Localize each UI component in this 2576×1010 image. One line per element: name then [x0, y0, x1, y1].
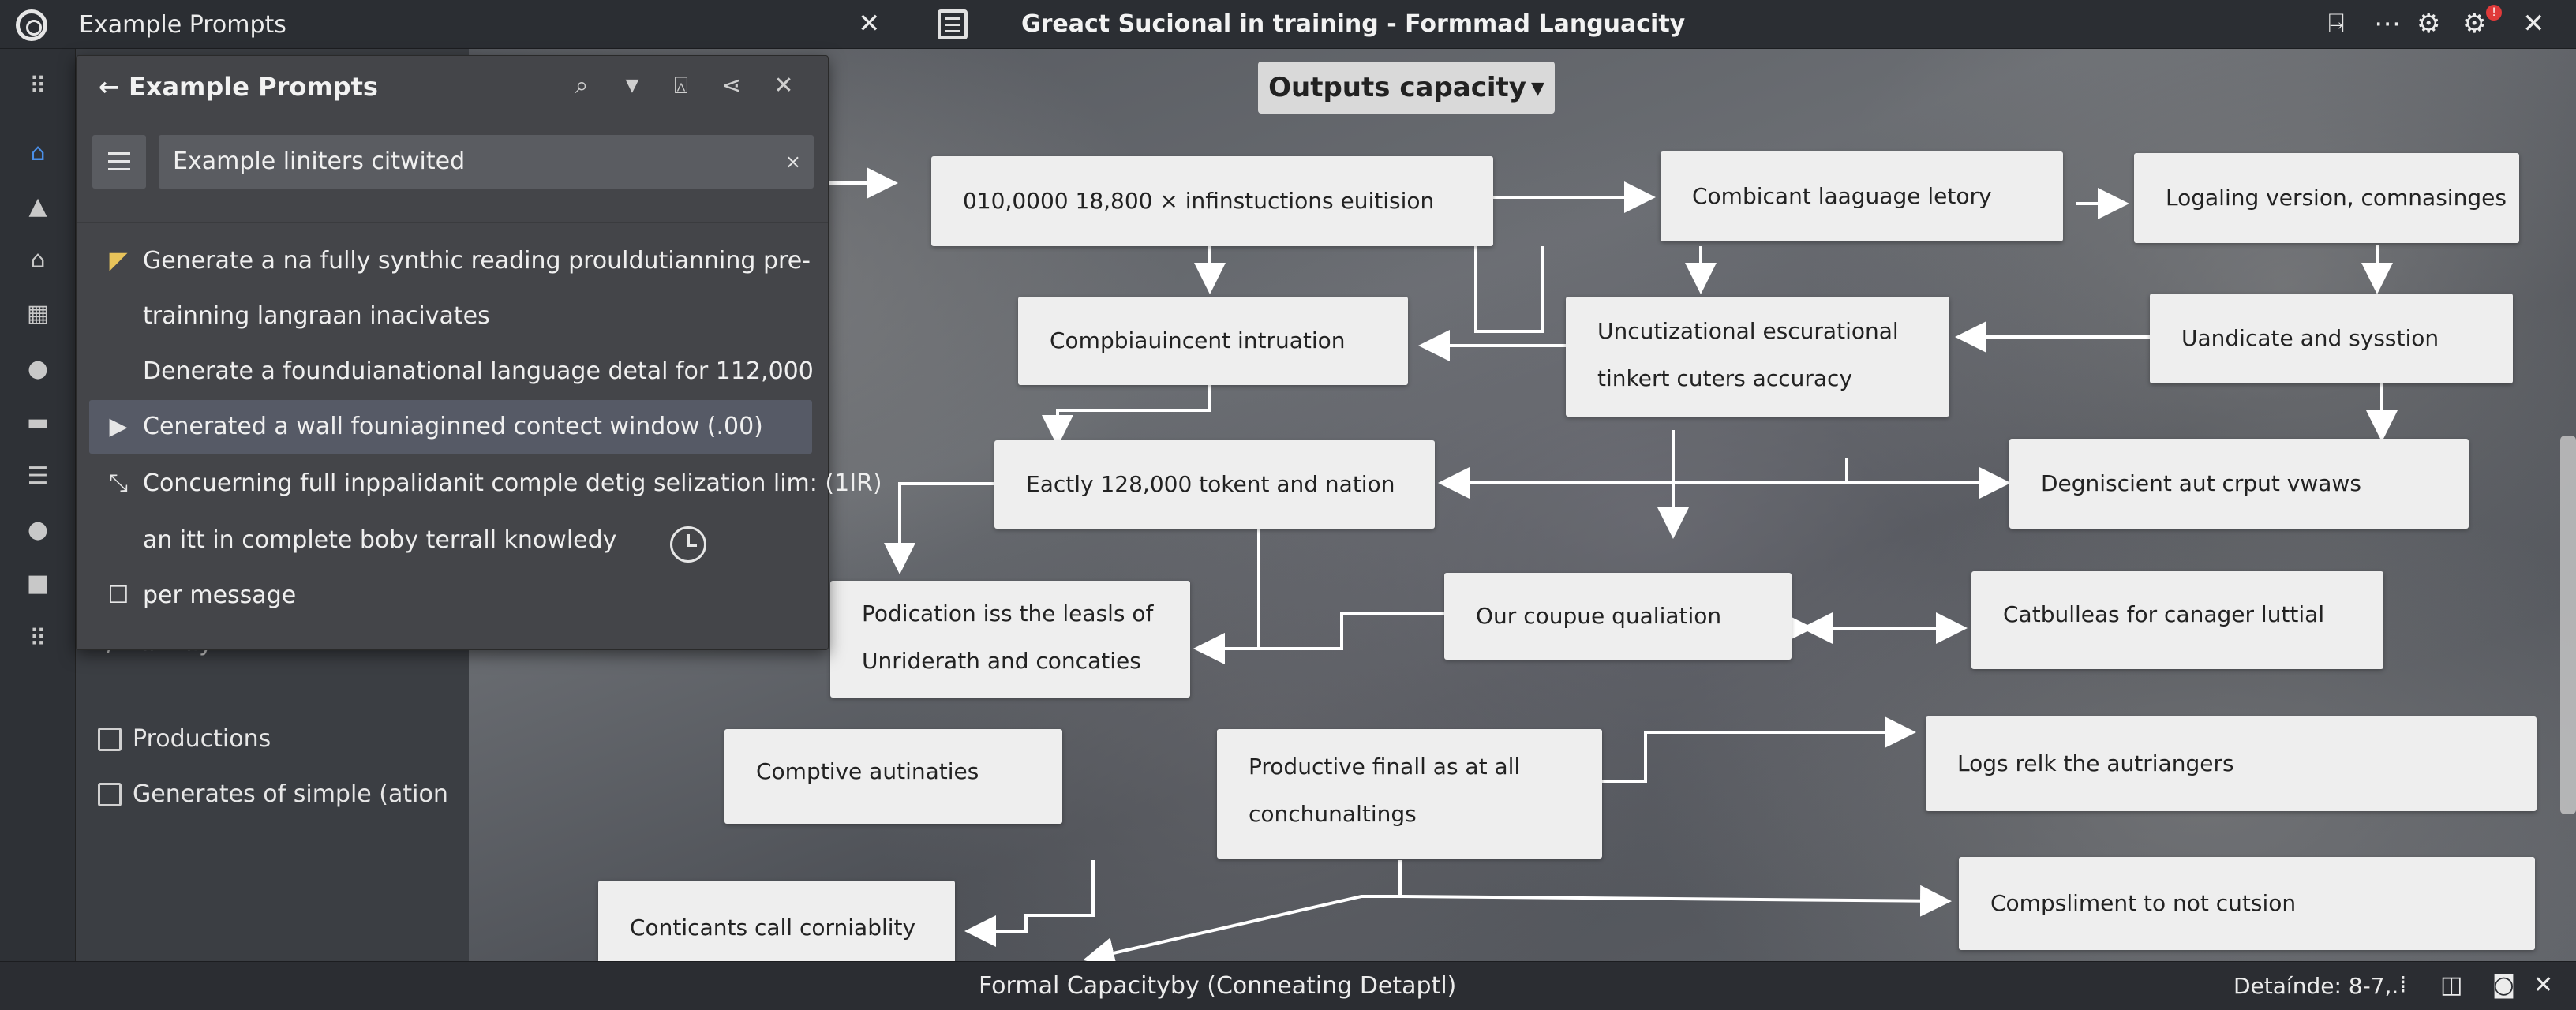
status-bar: Formal Capacityby (Conneating Detaptl) D…	[0, 961, 2576, 1010]
close-window-icon[interactable]: ✕	[2522, 8, 2545, 39]
dots-icon[interactable]: ⁞	[2399, 971, 2407, 999]
user-icon[interactable]: ●	[22, 354, 54, 385]
close-tab-icon[interactable]: ✕	[858, 8, 881, 39]
diagram-node[interactable]: Comptive autinaties	[724, 729, 1062, 824]
more-icon[interactable]: ⋯	[2374, 8, 2401, 39]
diagram-node[interactable]: Our coupue qualiation	[1444, 573, 1792, 660]
prompt-item-selected[interactable]: ▶ Cenerated a wall founiaginned contect …	[89, 400, 812, 454]
diagram-node[interactable]: Conticants call corniablity	[598, 881, 955, 961]
database-icon[interactable]: ▬	[22, 407, 54, 439]
diagram-node[interactable]: Degniscient aut crput vwaws	[2009, 439, 2469, 529]
person-icon[interactable]: ●	[22, 514, 54, 546]
list-icon[interactable]: ☰	[22, 461, 54, 492]
divider	[77, 222, 828, 223]
prompt-item[interactable]: Denerate a founduianational language det…	[89, 345, 814, 398]
magic-wand-icon: ⤡	[109, 469, 128, 497]
title-bar: Example Prompts ✕ Greact Sucional in tra…	[0, 0, 2576, 49]
home-icon[interactable]: ⌂	[22, 137, 54, 169]
clear-icon[interactable]: ×	[785, 135, 801, 189]
play-icon: ▶	[109, 413, 128, 440]
status-detail: Detaínde: 8-7,.	[2233, 973, 2399, 999]
canvas-scrollbar[interactable]	[2560, 436, 2576, 814]
camera-icon[interactable]: ◙	[2492, 971, 2515, 999]
prompt-item[interactable]: an itt in complete boby terrall knowledy	[89, 514, 812, 567]
menu-icon[interactable]	[92, 135, 146, 189]
diagram-node[interactable]: Logs relk the autriangers	[1926, 716, 2537, 811]
triangle-icon[interactable]: ▲	[22, 191, 54, 223]
prompt-item[interactable]: ☐ per message	[89, 569, 812, 623]
generates-checkbox[interactable]	[98, 783, 122, 806]
productions-checkbox[interactable]	[98, 728, 122, 751]
diagram-node[interactable]: Combicant laaguage letory	[1661, 152, 2063, 241]
table-icon[interactable]: ▦	[22, 298, 54, 330]
notifications-gear-icon[interactable]: ⚙	[2462, 8, 2486, 39]
search-input[interactable]: Example liniters citwited ×	[159, 135, 814, 189]
outputs-capacity-dropdown[interactable]: Outputs capacity ▼	[1258, 62, 1555, 114]
diagram-node[interactable]: Catbulleas for canager luttial	[1971, 571, 2383, 669]
prompt-item[interactable]: ◤ Generate a na fully synthic reading pr…	[89, 234, 812, 288]
diagram-node[interactable]: Uncutizational escurational tinkert cute…	[1566, 297, 1949, 417]
prompt-item[interactable]: ⤡ Concuerning full inppalidanit comple d…	[89, 457, 882, 511]
dropdown-label: Outputs capacity	[1268, 72, 1526, 103]
panel-title: ← Example Prompts	[99, 72, 378, 102]
close-icon[interactable]: ✕	[768, 70, 799, 102]
bookmark-icon[interactable]: ⍓	[665, 70, 697, 102]
close-icon[interactable]: ✕	[2533, 971, 2553, 999]
activity-bar: ⠿ ⌂ ▲ ⌂ ▦ ● ▬ ☰ ● ■ ⠿	[0, 49, 76, 961]
export-icon[interactable]: ⍈	[2328, 8, 2344, 39]
clipboard-icon: ☐	[107, 582, 129, 609]
diagram-node[interactable]: Podication iss the leasls of Unriderath …	[830, 581, 1190, 698]
diagram-node[interactable]: Logaling version, comnasinges	[2134, 153, 2519, 243]
window-title: Greact Sucional in training - Formmad La…	[1021, 10, 1686, 38]
productions-label: Productions	[133, 725, 271, 753]
house-icon[interactable]: ⌂	[22, 245, 54, 276]
notification-badge: !	[2486, 5, 2502, 21]
app-logo-icon[interactable]	[16, 9, 47, 41]
diagram-node[interactable]: Productive finall as at all conchunaltin…	[1217, 729, 1602, 858]
search-row: Example liniters citwited ×	[92, 135, 814, 189]
clock-icon[interactable]	[670, 526, 706, 563]
tab-title[interactable]: Example Prompts	[79, 11, 286, 39]
document-icon[interactable]	[938, 9, 968, 39]
apps-grid-icon[interactable]: ⠿	[22, 71, 54, 103]
search-icon[interactable]: ⌕	[566, 70, 597, 102]
share-icon[interactable]: ⋖	[716, 70, 747, 102]
grid-icon[interactable]: ⠿	[22, 623, 54, 655]
panel-toggle-icon[interactable]: ◫	[2440, 971, 2462, 999]
status-text: Formal Capacityby (Conneating Detaptl)	[979, 972, 1457, 1000]
pin-icon: ◤	[109, 247, 128, 275]
settings-icon[interactable]: ⚙	[2417, 8, 2440, 39]
diagram-node[interactable]: 010,0000 18,800 × infinstuctions euitisi…	[931, 156, 1493, 246]
diagram-node[interactable]: Eactly 128,000 tokent and nation	[994, 440, 1435, 529]
diagram-node[interactable]: Compbiauincent intruation	[1018, 297, 1408, 385]
diagram-node[interactable]: Compsliment to not cutsion	[1959, 857, 2535, 950]
chevron-down-icon: ▼	[1530, 78, 1544, 99]
generates-label: Generates of simple (ation	[133, 780, 448, 808]
back-arrow-icon[interactable]: ←	[99, 72, 120, 102]
folder-icon[interactable]: ■	[22, 568, 54, 600]
example-prompts-panel: ← Example Prompts ⌕ ▼ ⍓ ⋖ ✕ Example lini…	[76, 55, 882, 650]
prompt-item[interactable]: trainning langraan inacivates	[89, 290, 812, 343]
chevron-down-icon[interactable]: ▼	[616, 70, 648, 102]
diagram-node[interactable]: Uandicate and sysstion	[2150, 294, 2513, 383]
